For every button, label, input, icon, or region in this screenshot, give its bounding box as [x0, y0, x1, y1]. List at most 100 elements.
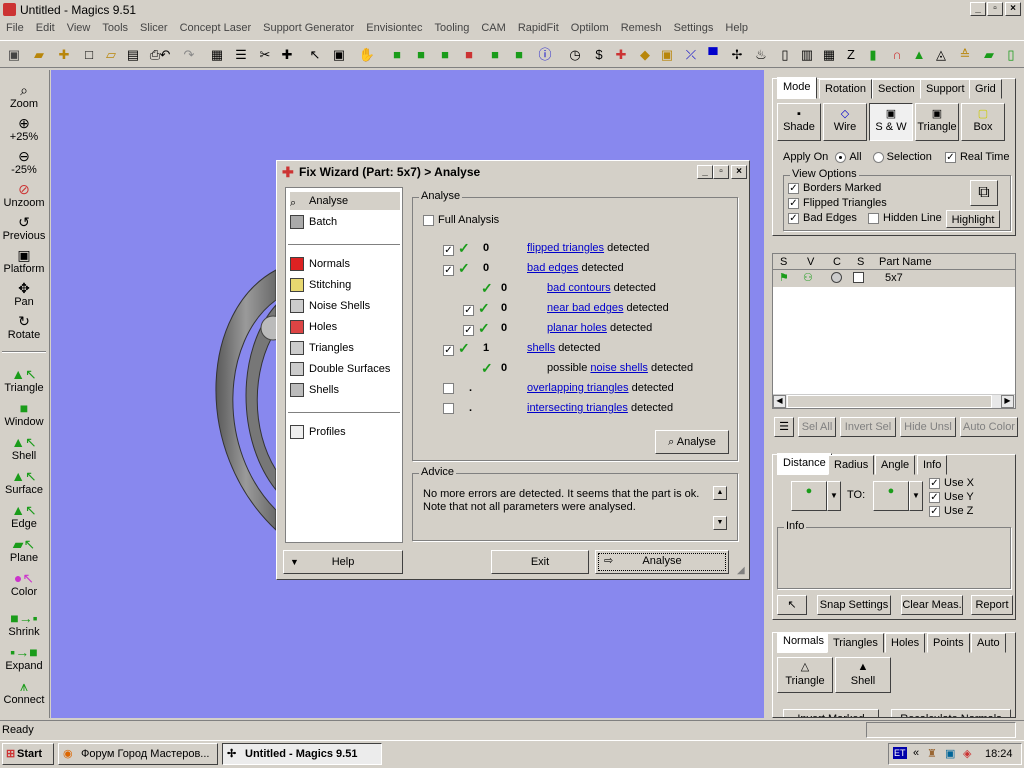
layers-icon[interactable]: ▥: [798, 46, 816, 64]
menu-edit[interactable]: Edit: [30, 19, 61, 37]
clock-icon[interactable]: ◷: [566, 46, 584, 64]
scroll-right-icon[interactable]: ▶: [1001, 395, 1014, 408]
cube-yellow-icon[interactable]: ▣: [658, 46, 676, 64]
near-bad-edges-link[interactable]: near bad edges: [547, 302, 623, 314]
hand-icon[interactable]: ✋: [358, 46, 376, 64]
tray-app-icon[interactable]: ♜: [927, 747, 937, 760]
apply-selection-radio[interactable]: [872, 151, 884, 163]
planar-holes-checkbox[interactable]: ✓: [463, 324, 474, 336]
bad-edges-checkbox[interactable]: ✓: [788, 212, 799, 224]
nav-triangles[interactable]: Triangles: [290, 339, 400, 357]
zoom-in-tool[interactable]: ⊕ +25%: [0, 115, 48, 143]
tab-rotation[interactable]: Rotation: [819, 79, 872, 99]
invert-selection-button[interactable]: Invert Sel: [840, 417, 896, 437]
dialog-maximize-button[interactable]: ▫: [713, 165, 729, 179]
flask-icon[interactable]: ♨: [752, 46, 770, 64]
exit-button[interactable]: Exit: [491, 550, 589, 574]
link-icon[interactable]: ⤫: [682, 46, 700, 64]
shade-button[interactable]: ▪ Shade: [777, 103, 821, 141]
close-button[interactable]: ×: [1005, 2, 1021, 16]
select-shell-tool[interactable]: ▲↖ Shell: [0, 434, 48, 462]
planar-holes-link[interactable]: planar holes: [547, 322, 607, 334]
zoom-tool[interactable]: ⌕ Zoom: [0, 82, 48, 110]
properties-icon[interactable]: ▣: [330, 46, 348, 64]
analyse-run-button[interactable]: ⌕ Analyse: [655, 430, 729, 454]
invert-shell-button[interactable]: ▲ Shell: [835, 657, 891, 693]
hide-unselected-button[interactable]: Hide Unsl: [900, 417, 956, 437]
point-from-dropdown[interactable]: ▼: [827, 481, 841, 511]
menu-help[interactable]: Help: [719, 19, 754, 37]
info-icon[interactable]: ⓘ: [536, 46, 554, 64]
tab-normals[interactable]: Normals: [777, 633, 830, 653]
parts-hscrollbar[interactable]: ◀ ▶: [773, 394, 1015, 408]
plane-icon[interactable]: ▰: [980, 46, 998, 64]
network-icon[interactable]: ▣: [945, 747, 955, 760]
hidden-line-checkbox[interactable]: [868, 212, 879, 224]
menu-tooling[interactable]: Tooling: [429, 19, 476, 37]
scroll-thumb[interactable]: [787, 395, 992, 408]
save-icon[interactable]: ▤: [124, 46, 142, 64]
nav-normals[interactable]: Normals: [290, 255, 400, 273]
menu-rapidfit[interactable]: RapidFit: [512, 19, 565, 37]
borders-marked-checkbox[interactable]: ✓: [788, 182, 799, 194]
undo-icon[interactable]: ↶: [156, 46, 174, 64]
use-x-checkbox[interactable]: ✓: [929, 477, 940, 489]
menu-concept-laser[interactable]: Concept Laser: [174, 19, 258, 37]
triangle-mode-button[interactable]: ▣ Triangle: [915, 103, 959, 141]
tools-icon[interactable]: ✢: [728, 46, 746, 64]
overlapping-triangles-checkbox[interactable]: [443, 382, 454, 394]
part-row[interactable]: ⚑ ⚇ 5x7: [773, 270, 1015, 287]
tab-distance[interactable]: Distance: [777, 453, 832, 475]
menu-cam[interactable]: CAM: [475, 19, 511, 37]
tab-grid[interactable]: Grid: [969, 79, 1002, 99]
select-window-tool[interactable]: ■ Window: [0, 400, 48, 428]
dialog-close-button[interactable]: ×: [731, 165, 747, 179]
analyse-next-button[interactable]: ⇨ Analyse: [595, 550, 729, 574]
rotate-part-icon[interactable]: ■: [412, 46, 430, 64]
tab-holes[interactable]: Holes: [885, 633, 926, 653]
menu-optilom[interactable]: Optilom: [565, 19, 615, 37]
dialog-minimize-button[interactable]: _: [697, 165, 713, 179]
rotate-tool[interactable]: ↻ Rotate: [0, 313, 48, 341]
tab-points[interactable]: Points: [927, 633, 970, 653]
tag-icon[interactable]: ◆: [636, 46, 654, 64]
resize-grip-icon[interactable]: ◢: [737, 565, 745, 576]
connect-tool[interactable]: ⩚ Connect: [0, 678, 48, 706]
taskbar-browser[interactable]: ◉ Форум Город Мастеров...: [58, 743, 218, 765]
point-from-button[interactable]: ●: [791, 481, 827, 511]
apply-all-radio[interactable]: [835, 151, 847, 163]
tab-triangles[interactable]: Triangles: [827, 633, 884, 653]
menu-support-generator[interactable]: Support Generator: [257, 19, 360, 37]
new-part-icon[interactable]: ▣: [5, 46, 23, 64]
select-triangle-tool[interactable]: ▲↖ Triangle: [0, 366, 48, 394]
flipped-triangles-checkbox[interactable]: ✓: [443, 244, 454, 256]
nav-profiles[interactable]: Profiles: [290, 423, 400, 441]
shells-checkbox[interactable]: ✓: [443, 344, 454, 356]
nav-analyse[interactable]: ⌕ Analyse: [290, 192, 400, 210]
bad-edges-link[interactable]: bad edges: [527, 262, 578, 274]
menu-settings[interactable]: Settings: [668, 19, 720, 37]
platform-tool[interactable]: ▣ Platform: [0, 247, 48, 275]
nav-noise-shells[interactable]: Noise Shells: [290, 297, 400, 315]
flipped-triangles-link[interactable]: flipped triangles: [527, 242, 604, 254]
full-analysis-checkbox[interactable]: [423, 214, 434, 226]
nav-stitching[interactable]: Stitching: [290, 276, 400, 294]
advice-scrollbar[interactable]: ▲ ▼: [713, 486, 729, 534]
tab-radius[interactable]: Radius: [828, 455, 875, 475]
recalculate-normals-button[interactable]: Recalculate Normals: [891, 709, 1011, 717]
cone-icon[interactable]: ◬: [932, 46, 950, 64]
use-y-checkbox[interactable]: ✓: [929, 491, 940, 503]
menu-envisiontec[interactable]: Envisiontec: [360, 19, 428, 37]
open-folder-icon[interactable]: ▰: [30, 46, 48, 64]
menu-tools[interactable]: Tools: [96, 19, 134, 37]
select-color-tool[interactable]: ●↖ Color: [0, 570, 48, 598]
grid-icon[interactable]: ▦: [820, 46, 838, 64]
bad-edges-result-checkbox[interactable]: ✓: [443, 264, 454, 276]
minimize-button[interactable]: _: [970, 2, 986, 16]
menu-slicer[interactable]: Slicer: [134, 19, 174, 37]
part-status-box[interactable]: [853, 272, 864, 283]
menu-file[interactable]: File: [0, 19, 30, 37]
select-edge-tool[interactable]: ▲↖ Edge: [0, 502, 48, 530]
panel-icon[interactable]: ▮: [864, 46, 882, 64]
tab-info[interactable]: Info: [917, 455, 948, 475]
